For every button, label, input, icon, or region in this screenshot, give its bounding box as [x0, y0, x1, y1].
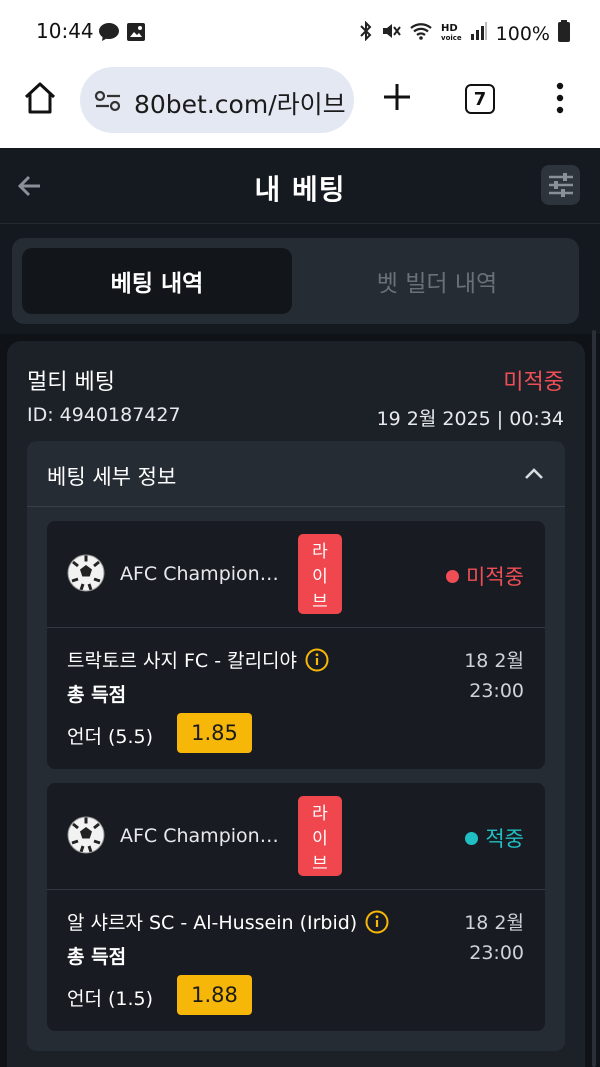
market-name: 총 득점 [67, 946, 127, 968]
status-dot-icon [446, 569, 460, 583]
selection-status-text: 미적중 [466, 565, 524, 589]
new-tab-button[interactable] [380, 80, 414, 114]
tab-bet-history[interactable]: 베팅 내역 [22, 248, 292, 314]
match-date: 18 2월 [464, 650, 524, 672]
match-date: 18 2월 [464, 912, 524, 934]
pick-name: 언더 (5.5) [67, 726, 154, 748]
selection-status-text: 적중 [485, 827, 524, 851]
status-bar: 10:44 HD voice 100% [0, 0, 600, 64]
odds-badge: 1.85 [177, 713, 252, 753]
page-title: 내 베팅 [254, 173, 346, 206]
league-name: AFC Champion… [120, 825, 279, 847]
site-settings-icon[interactable] [94, 89, 122, 117]
more-vert-icon [556, 82, 564, 114]
live-char: 라 [312, 804, 328, 824]
info-icon[interactable] [305, 648, 329, 672]
page-scrollbar[interactable] [592, 330, 596, 1067]
browser-toolbar: 80bet.com/라이브 7 [0, 64, 600, 148]
sliders-icon [548, 173, 573, 197]
address-bar[interactable]: 80bet.com/라이브 [80, 67, 354, 133]
status-time: 10:44 [36, 19, 94, 43]
bet-details-header[interactable]: 베팅 세부 정보 [27, 441, 565, 507]
selection-header: AFC Champion… 라 이 브 미적중 [47, 521, 545, 628]
info-icon[interactable] [365, 910, 389, 934]
home-button[interactable] [22, 80, 58, 116]
bet-details-panel: 베팅 세부 정보 AFC Champion… 라 이 브 미적중 트락토르 사지… [27, 441, 565, 1051]
bet-card: 멀티 베팅 미적중 ID: 4940187427 19 2월 2025 | 00… [7, 341, 585, 1067]
live-char: 브 [312, 592, 328, 612]
bet-details-title: 베팅 세부 정보 [47, 465, 177, 489]
tab-bet-builder-history[interactable]: 벳 빌더 내역 [302, 248, 572, 314]
hd-voice-icon: HD voice [441, 23, 462, 43]
bet-date: 19 2월 2025 | 00:34 [376, 408, 564, 430]
browser-menu-button[interactable] [550, 80, 570, 116]
match-time: 23:00 [469, 942, 524, 964]
soccer-ball-icon [67, 816, 105, 854]
app-header: 내 베팅 [0, 148, 600, 224]
wifi-icon [409, 21, 433, 46]
market-name: 총 득점 [67, 684, 127, 706]
live-char: 이 [312, 829, 328, 849]
status-dot-icon [465, 831, 479, 845]
live-char: 이 [312, 567, 328, 587]
signal-icon [470, 21, 488, 46]
league-name: AFC Champion… [120, 563, 279, 585]
url-text: 80bet.com/라이브 [134, 90, 346, 119]
odds-badge: 1.88 [177, 975, 252, 1015]
live-badge: 라 이 브 [298, 534, 342, 614]
bet-status: 미적중 [503, 370, 564, 395]
battery-icon [558, 20, 570, 47]
chevron-up-icon[interactable] [523, 463, 545, 485]
bet-id: ID: 4940187427 [27, 404, 181, 426]
bluetooth-icon [359, 20, 373, 46]
history-tabs: 베팅 내역 벳 빌더 내역 [12, 238, 579, 324]
mute-icon [381, 21, 401, 46]
live-char: 라 [312, 542, 328, 562]
tab-count: 7 [473, 88, 487, 110]
tab-switcher-button[interactable]: 7 [465, 84, 495, 114]
selection-status: 미적중 [446, 561, 524, 591]
selection-card: AFC Champion… 라 이 브 미적중 트락토르 사지 FC - 칼리디… [47, 521, 545, 769]
selection-status: 적중 [465, 823, 524, 853]
match-time: 23:00 [469, 680, 524, 702]
history-tabs-area: 베팅 내역 벳 빌더 내역 [0, 224, 600, 334]
bet-type: 멀티 베팅 [27, 370, 115, 395]
image-icon [126, 22, 146, 46]
filter-button[interactable] [541, 165, 580, 205]
battery-percent: 100% [495, 22, 550, 45]
selection-header: AFC Champion… 라 이 브 적중 [47, 783, 545, 890]
plus-icon [384, 84, 410, 110]
soccer-ball-icon [67, 554, 105, 592]
messenger-icon [98, 22, 120, 46]
home-icon [24, 82, 56, 114]
match-name: 트락토르 사지 FC - 칼리디야 [67, 646, 329, 673]
match-name-text: 트락토르 사지 FC - 칼리디야 [67, 650, 298, 672]
selection-card: AFC Champion… 라 이 브 적중 알 샤르자 SC - Al-Hus… [47, 783, 545, 1031]
pick-name: 언더 (1.5) [67, 988, 154, 1010]
match-name: 알 샤르자 SC - Al-Hussein (Irbid) [67, 908, 389, 935]
match-name-text: 알 샤르자 SC - Al-Hussein (Irbid) [67, 912, 358, 934]
live-badge: 라 이 브 [298, 796, 342, 876]
live-char: 브 [312, 854, 328, 874]
